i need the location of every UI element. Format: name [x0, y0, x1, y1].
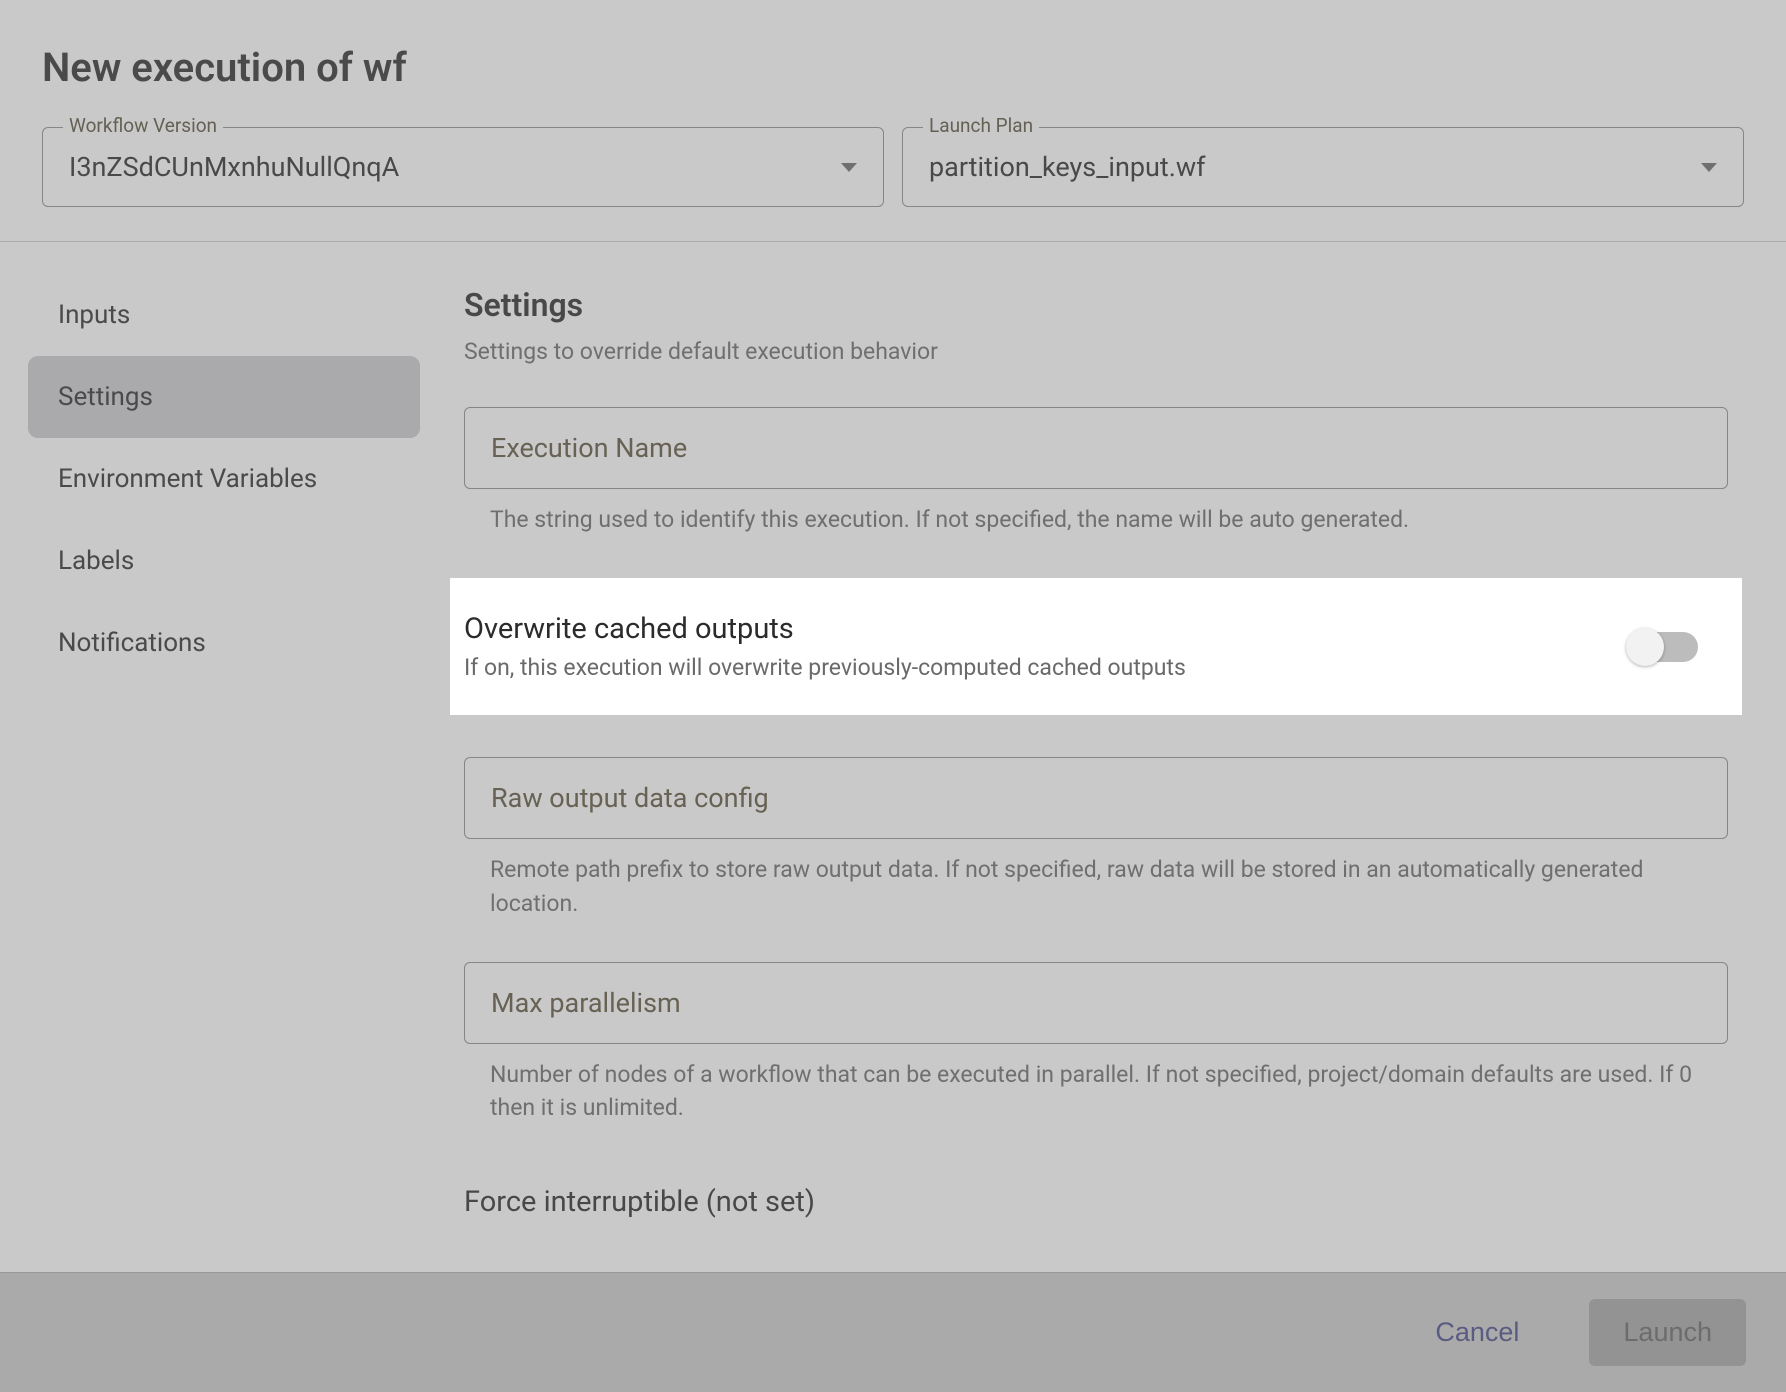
dialog-body: Inputs Settings Environment Variables La… [0, 242, 1786, 1219]
raw-output-placeholder: Raw output data config [491, 782, 769, 814]
overwrite-subtitle: If on, this execution will overwrite pre… [464, 654, 1626, 681]
execution-name-placeholder: Execution Name [491, 432, 687, 464]
overwrite-cached-outputs-row: Overwrite cached outputs If on, this exe… [450, 578, 1742, 715]
workflow-version-select[interactable]: Workflow Version I3nZSdCUnMxnhuNullQnqA [42, 127, 884, 207]
dialog-title: New execution of wf [42, 44, 1744, 91]
selects-row: Workflow Version I3nZSdCUnMxnhuNullQnqA … [42, 127, 1744, 207]
max-parallelism-input[interactable]: Max parallelism [464, 962, 1728, 1044]
sidebar: Inputs Settings Environment Variables La… [28, 274, 420, 1219]
new-execution-dialog: New execution of wf Workflow Version I3n… [0, 0, 1786, 1392]
toggle-knob-icon [1626, 628, 1664, 666]
chevron-down-icon [841, 163, 857, 172]
cancel-button[interactable]: Cancel [1401, 1299, 1553, 1366]
settings-panel: Settings Settings to override default ex… [420, 274, 1758, 1219]
force-interruptible-row[interactable]: Force interruptible (not set) [464, 1167, 1728, 1219]
max-parallelism-helper: Number of nodes of a workflow that can b… [464, 1058, 1728, 1125]
sidebar-item-settings[interactable]: Settings [28, 356, 420, 438]
execution-name-helper: The string used to identify this executi… [464, 503, 1728, 536]
overwrite-toggle[interactable] [1626, 632, 1698, 662]
launch-plan-value: partition_keys_input.wf [929, 151, 1701, 183]
settings-subtitle: Settings to override default execution b… [464, 338, 1728, 365]
max-parallelism-placeholder: Max parallelism [491, 987, 681, 1019]
workflow-version-value: I3nZSdCUnMxnhuNullQnqA [69, 151, 841, 183]
sidebar-item-labels[interactable]: Labels [28, 520, 420, 602]
overwrite-title: Overwrite cached outputs [464, 612, 1626, 646]
dialog-header: New execution of wf Workflow Version I3n… [0, 0, 1786, 241]
launch-button[interactable]: Launch [1589, 1299, 1746, 1366]
raw-output-input[interactable]: Raw output data config [464, 757, 1728, 839]
launch-plan-select[interactable]: Launch Plan partition_keys_input.wf [902, 127, 1744, 207]
launch-plan-label: Launch Plan [923, 114, 1039, 137]
sidebar-item-notifications[interactable]: Notifications [28, 602, 420, 684]
chevron-down-icon [1701, 163, 1717, 172]
dialog-footer: Cancel Launch [0, 1272, 1786, 1392]
settings-title: Settings [464, 286, 1728, 324]
workflow-version-label: Workflow Version [63, 114, 223, 137]
sidebar-item-env-vars[interactable]: Environment Variables [28, 438, 420, 520]
execution-name-input[interactable]: Execution Name [464, 407, 1728, 489]
raw-output-helper: Remote path prefix to store raw output d… [464, 853, 1728, 920]
sidebar-item-inputs[interactable]: Inputs [28, 274, 420, 356]
